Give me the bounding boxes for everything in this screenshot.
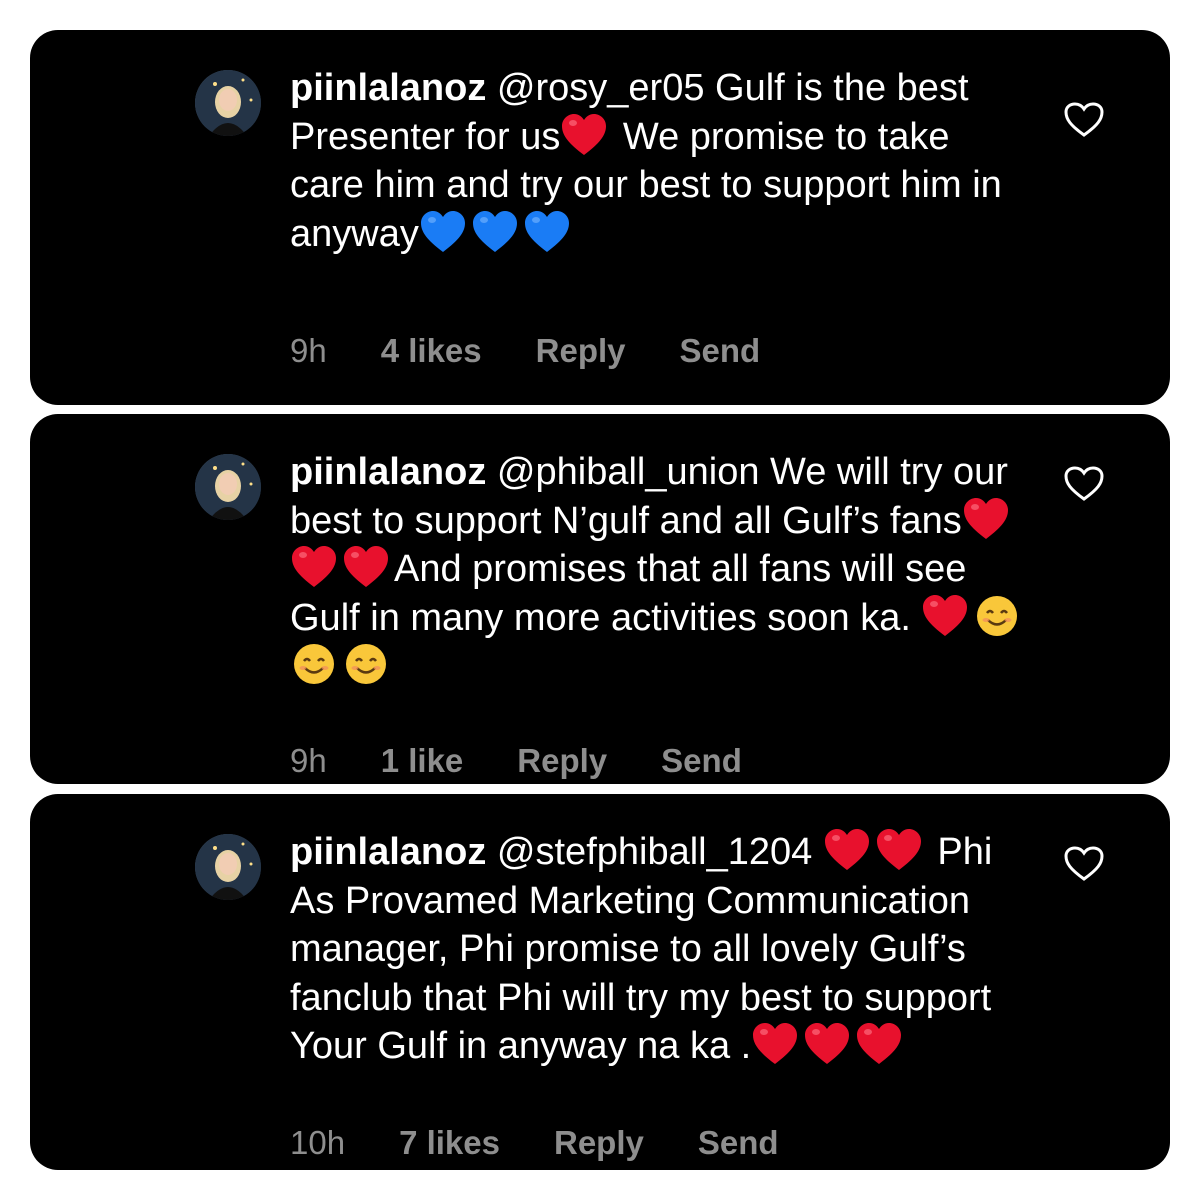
comment-text: [812, 831, 823, 873]
red-heart-icon: [805, 1023, 850, 1064]
smiling-face-icon: [294, 644, 334, 684]
blue-heart-icon: [524, 210, 569, 252]
comment-text: And promises that all fans will see Gulf…: [290, 548, 977, 639]
likes-count[interactable]: 7 likes: [399, 1124, 500, 1162]
smiling-face-icon: [346, 644, 386, 684]
red-heart-icon: [753, 1023, 798, 1064]
red-heart-icon: [344, 546, 388, 587]
red-heart-icon: [824, 829, 869, 870]
send-button[interactable]: Send: [680, 332, 761, 370]
likes-count[interactable]: 1 like: [381, 742, 464, 780]
smiling-face-icon: [977, 595, 1018, 636]
comment-body: piinlalanoz @stefphiball_1204 Phi As Pro…: [290, 828, 1030, 1071]
comment-username[interactable]: piinlalanoz: [290, 67, 486, 109]
red-heart-icon: [963, 497, 1008, 539]
red-heart-icon: [876, 829, 921, 870]
comment-time: 9h: [290, 332, 327, 369]
red-heart-icon: [292, 546, 336, 587]
comment-time: 9h: [290, 742, 327, 779]
avatar[interactable]: [195, 454, 261, 520]
likes-count[interactable]: 4 likes: [381, 332, 482, 370]
reply-button[interactable]: Reply: [517, 742, 607, 780]
reply-button[interactable]: Reply: [536, 332, 626, 370]
blue-heart-icon: [420, 210, 465, 252]
heart-outline-icon[interactable]: [1064, 102, 1104, 138]
comment-meta: 9h 4 likes Reply Send: [290, 332, 760, 370]
heart-outline-icon[interactable]: [1064, 846, 1104, 882]
comment-body: piinlalanoz @rosy_er05 Gulf is the best …: [290, 64, 1030, 258]
send-button[interactable]: Send: [698, 1124, 779, 1162]
red-heart-icon: [857, 1023, 902, 1064]
comment-card-3: piinlalanoz @stefphiball_1204 Phi As Pro…: [30, 794, 1170, 1170]
heart-outline-icon[interactable]: [1064, 466, 1104, 502]
red-heart-icon: [923, 594, 968, 636]
comment-mention[interactable]: @phiball_union: [497, 451, 760, 493]
avatar[interactable]: [195, 70, 261, 136]
reply-button[interactable]: Reply: [554, 1124, 644, 1162]
blue-heart-icon: [472, 210, 517, 252]
comment-meta: 9h 1 like Reply Send: [290, 742, 742, 780]
comment-meta: 10h 7 likes Reply Send: [290, 1124, 779, 1162]
avatar[interactable]: [195, 834, 261, 900]
send-button[interactable]: Send: [661, 742, 742, 780]
comment-card-1: piinlalanoz @rosy_er05 Gulf is the best …: [30, 30, 1170, 405]
comment-time: 10h: [290, 1124, 346, 1161]
comment-username[interactable]: piinlalanoz: [290, 831, 486, 873]
comment-body: piinlalanoz @phiball_union We will try o…: [290, 448, 1030, 691]
comment-card-2: piinlalanoz @phiball_union We will try o…: [30, 414, 1170, 784]
comment-mention[interactable]: @rosy_er05: [497, 67, 705, 109]
comment-username[interactable]: piinlalanoz: [290, 451, 486, 493]
comment-mention[interactable]: @stefphiball_1204: [497, 831, 812, 873]
red-heart-icon: [562, 113, 607, 155]
